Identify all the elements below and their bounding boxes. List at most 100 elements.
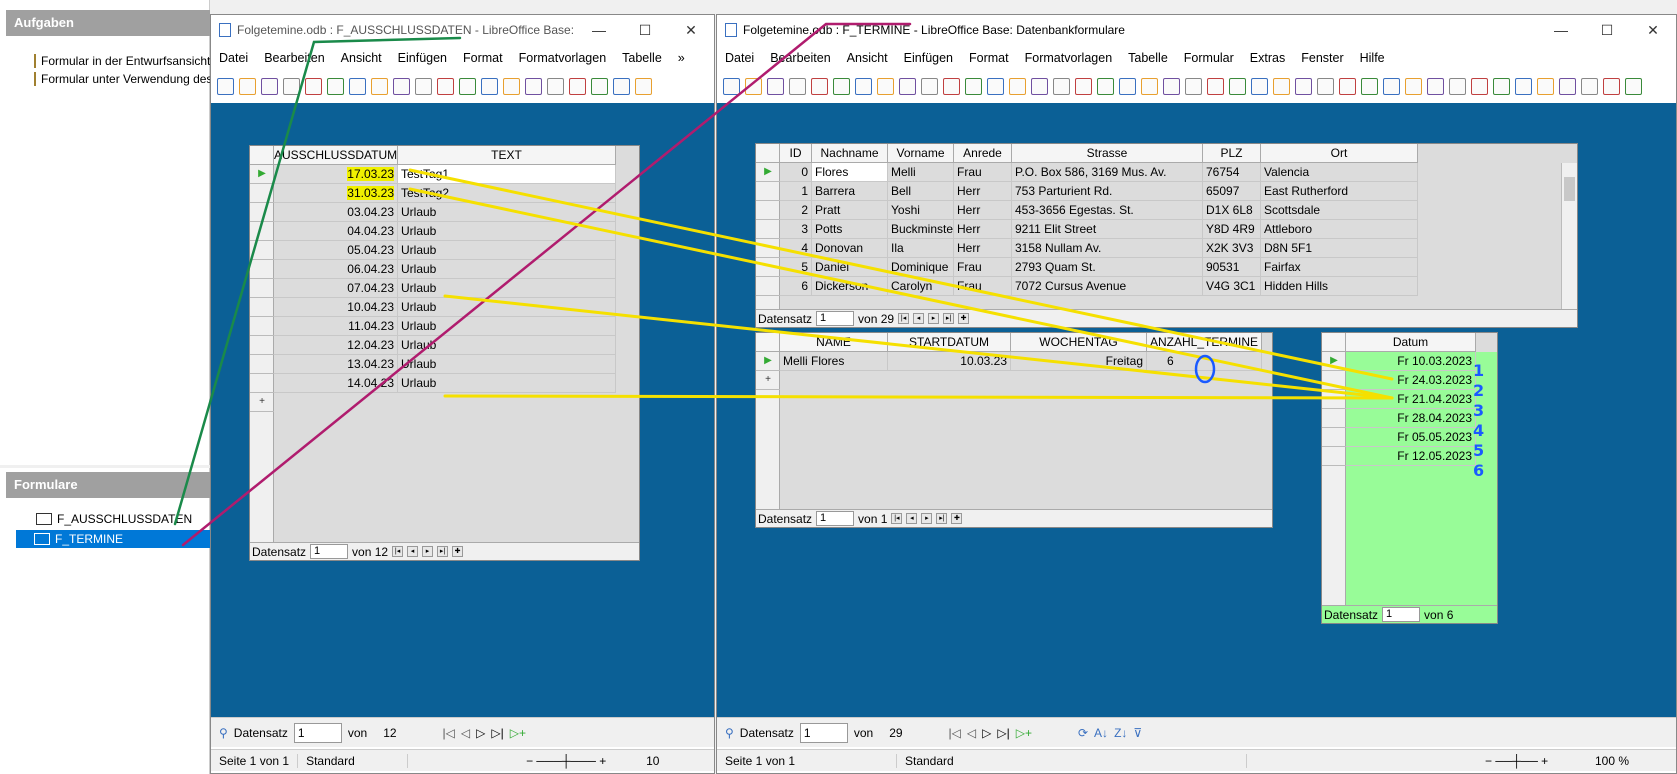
col-header-anrede[interactable]: Anrede xyxy=(954,144,1012,163)
row-selector[interactable] xyxy=(250,355,274,374)
toolbar-button-icon[interactable] xyxy=(1163,77,1180,95)
cell-ausschlussdatum[interactable]: 14.04.23 xyxy=(274,374,398,393)
toolbar-button-icon[interactable] xyxy=(1383,77,1400,95)
cell-datum[interactable]: Fr 10.03.2023 xyxy=(1346,352,1476,371)
toolbar-button-icon[interactable] xyxy=(217,77,234,95)
toolbar-button-icon[interactable] xyxy=(1537,77,1554,95)
row-selector[interactable] xyxy=(250,317,274,336)
toolbar-button-icon[interactable] xyxy=(1273,77,1290,95)
next-record-button[interactable]: ▸ xyxy=(422,546,434,557)
toolbar-button-icon[interactable] xyxy=(371,77,388,95)
cell-plz[interactable]: 90531 xyxy=(1203,258,1261,277)
toolbar-button-icon[interactable] xyxy=(1053,77,1070,95)
current-row-marker[interactable]: ▶ xyxy=(756,352,780,371)
row-selector[interactable] xyxy=(1322,371,1346,390)
toolbar-button-icon[interactable] xyxy=(1603,77,1620,95)
cell-ausschlussdatum[interactable]: 06.04.23 xyxy=(274,260,398,279)
cell-anrede[interactable]: Frau xyxy=(954,258,1012,277)
first-record-icon[interactable]: |◁ xyxy=(949,726,961,740)
toolbar-button-icon[interactable] xyxy=(1361,77,1378,95)
toolbar-button-icon[interactable] xyxy=(503,77,520,95)
toolbar-button-icon[interactable] xyxy=(767,77,784,95)
row-selector[interactable] xyxy=(756,182,780,201)
minimize-button[interactable]: — xyxy=(576,22,622,38)
row-selector[interactable]: ▶ xyxy=(1322,352,1346,371)
menu-format[interactable]: Format xyxy=(455,51,511,65)
toolbar-button-icon[interactable] xyxy=(1449,77,1466,95)
minimize-button[interactable]: — xyxy=(1538,22,1584,38)
toolbar-button-icon[interactable] xyxy=(283,77,300,95)
toolbar-button-icon[interactable] xyxy=(1207,77,1224,95)
row-selector[interactable] xyxy=(250,279,274,298)
toolbar-button-icon[interactable] xyxy=(745,77,762,95)
task-create-wizard[interactable]: Formular unter Verwendung des Assistente… xyxy=(30,70,210,88)
row-selector[interactable] xyxy=(250,222,274,241)
cell-ausschlussdatum[interactable]: 12.04.23 xyxy=(274,336,398,355)
col-header-id[interactable]: ID xyxy=(780,144,812,163)
menu-item[interactable]: Formular xyxy=(1176,51,1242,65)
toolbar-button-icon[interactable] xyxy=(1229,77,1246,95)
toolbar-button-icon[interactable] xyxy=(261,77,278,95)
toolbar-button-icon[interactable] xyxy=(921,77,938,95)
cell-nachname[interactable]: Barrera xyxy=(812,182,888,201)
cell-text[interactable]: Urlaub xyxy=(398,298,616,317)
cell-ausschlussdatum[interactable]: 03.04.23 xyxy=(274,203,398,222)
cell-plz[interactable]: V4G 3C1 xyxy=(1203,277,1261,296)
cell-ausschlussdatum[interactable]: 17.03.23 xyxy=(274,165,398,184)
cell-text[interactable]: Urlaub xyxy=(398,336,616,355)
search-icon[interactable]: ⚲ xyxy=(725,726,734,740)
cell-plz[interactable]: 65097 xyxy=(1203,182,1261,201)
cell-ort[interactable]: Fairfax xyxy=(1261,258,1418,277)
cell-ort[interactable]: East Rutherford xyxy=(1261,182,1418,201)
record-input[interactable]: 1 xyxy=(816,311,855,326)
toolbar-button-icon[interactable] xyxy=(569,77,586,95)
cell-ausschlussdatum[interactable]: 10.04.23 xyxy=(274,298,398,317)
toolbar-button-icon[interactable] xyxy=(1119,77,1136,95)
cell-ort[interactable]: Hidden Hills xyxy=(1261,277,1418,296)
toolbar-button-icon[interactable] xyxy=(1251,77,1268,95)
cell-id[interactable]: 2 xyxy=(780,201,812,220)
cell-anrede[interactable]: Herr xyxy=(954,239,1012,258)
cell-text[interactable]: Urlaub xyxy=(398,355,616,374)
prev-record-icon[interactable]: ◁ xyxy=(967,726,976,740)
cell-ort[interactable]: Valencia xyxy=(1261,163,1418,182)
cell-anrede[interactable]: Frau xyxy=(954,163,1012,182)
toolbar-button-icon[interactable] xyxy=(635,77,652,95)
col-header-startdatum[interactable]: STARTDATUM xyxy=(888,333,1011,352)
first-record-icon[interactable]: |◁ xyxy=(443,726,455,740)
new-record-icon[interactable]: ▷+ xyxy=(1016,726,1032,740)
menu-item[interactable]: Bearbeiten xyxy=(762,51,838,65)
cell-datum[interactable]: Fr 12.05.2023 xyxy=(1346,447,1476,466)
menu-datei[interactable]: Datei xyxy=(211,51,256,65)
form-item-termine[interactable]: F_TERMINE xyxy=(16,530,210,548)
zoom-slider[interactable]: − ───┼─── + xyxy=(518,754,638,768)
menu-item[interactable]: Tabelle xyxy=(1120,51,1176,65)
menu-item[interactable]: Ansicht xyxy=(839,51,896,65)
prev-record-button[interactable]: ◂ xyxy=(906,513,918,524)
toolbar-button-icon[interactable] xyxy=(965,77,982,95)
row-selector[interactable]: ▶ xyxy=(756,163,780,182)
toolbar-button-icon[interactable] xyxy=(1559,77,1576,95)
cell-strasse[interactable]: 9211 Elit Street xyxy=(1012,220,1203,239)
col-header-nachname[interactable]: Nachname xyxy=(812,144,888,163)
record-input[interactable]: 1 xyxy=(799,722,848,743)
last-record-icon[interactable]: ▷| xyxy=(997,726,1009,740)
cell-wochentag[interactable]: Freitag xyxy=(1011,352,1147,371)
toolbar-button-icon[interactable] xyxy=(1515,77,1532,95)
cell-strasse[interactable]: 453-3656 Egestas. St. xyxy=(1012,201,1203,220)
cell-vorname[interactable]: Ila xyxy=(888,239,954,258)
toolbar-button-icon[interactable] xyxy=(811,77,828,95)
row-selector[interactable]: ▶ xyxy=(250,165,274,184)
cell-nachname[interactable]: Donovan xyxy=(812,239,888,258)
toolbar-button-icon[interactable] xyxy=(591,77,608,95)
sort-descending-icon[interactable]: Z↓ xyxy=(1114,726,1127,740)
new-record-button[interactable]: ✚ xyxy=(452,546,464,557)
cell-datum[interactable]: Fr 28.04.2023 xyxy=(1346,409,1476,428)
menu-ansicht[interactable]: Ansicht xyxy=(333,51,390,65)
cell-ort[interactable]: D8N 5F1 xyxy=(1261,239,1418,258)
cell-text[interactable]: Urlaub xyxy=(398,260,616,279)
refresh-icon[interactable]: ⟳ xyxy=(1078,726,1088,740)
cell-nachname[interactable]: Potts xyxy=(812,220,888,239)
cell-anrede[interactable]: Herr xyxy=(954,182,1012,201)
cell-anrede[interactable]: Herr xyxy=(954,220,1012,239)
